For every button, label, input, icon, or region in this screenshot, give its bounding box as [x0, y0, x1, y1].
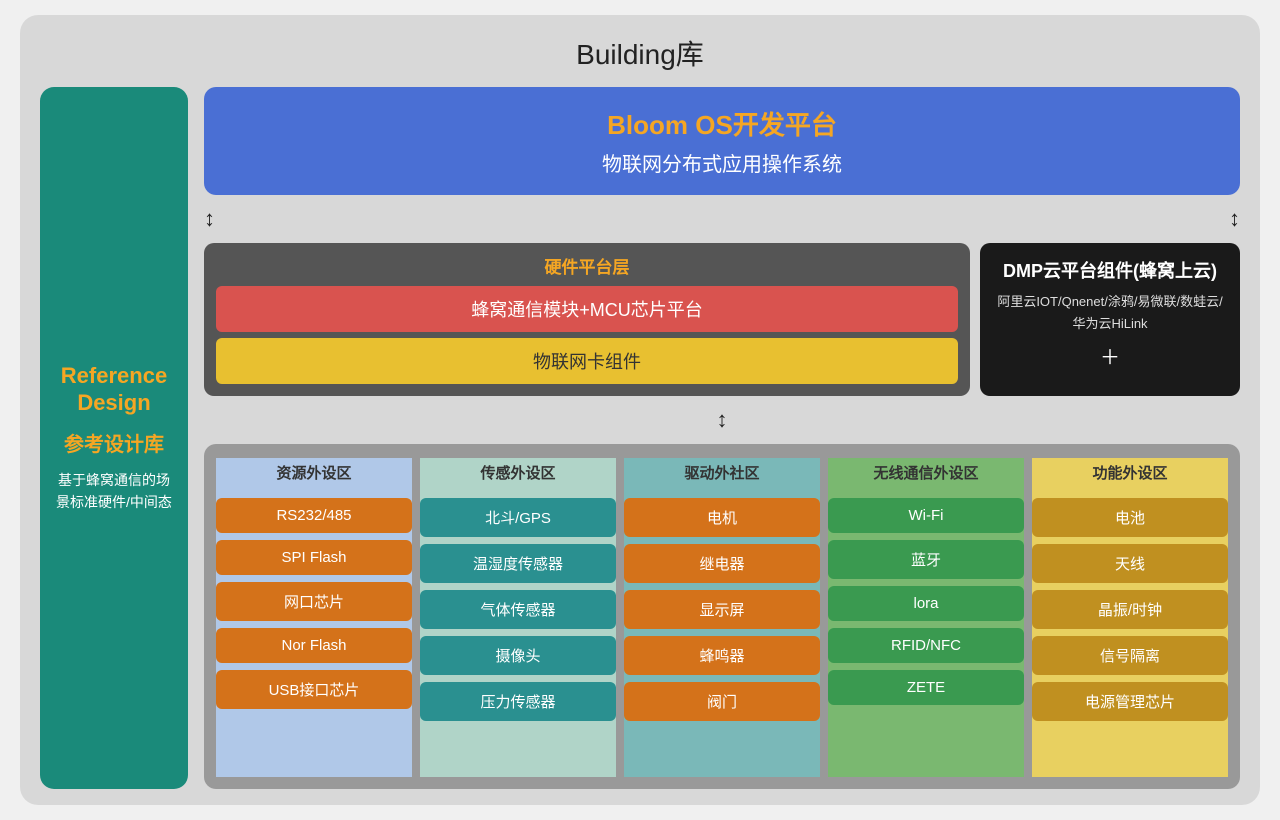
periph-item-display: 显示屏: [624, 590, 820, 629]
periph-item-rfid: RFID/NFC: [828, 628, 1024, 663]
hardware-platform: 硬件平台层 蜂窝通信模块+MCU芯片平台 物联网卡组件: [204, 243, 970, 396]
periph-item-zete: ZETE: [828, 670, 1024, 705]
periph-item-wifi: Wi-Fi: [828, 498, 1024, 533]
periph-item-valve: 阀门: [624, 682, 820, 721]
periph-item-usb-chip: USB接口芯片: [216, 670, 412, 709]
hw-iot: 物联网卡组件: [216, 338, 958, 384]
periph-item-pressure: 压力传感器: [420, 682, 616, 721]
double-arrow-icon: ↕: [204, 206, 215, 232]
periph-item-antenna: 天线: [1032, 544, 1228, 583]
periph-col-sensor-header: 传感外设区: [420, 458, 616, 491]
periph-col-driver: 驱动外社区 电机 继电器 显示屏 蜂鸣器 阀门: [624, 458, 820, 777]
periph-col-resource-header: 资源外设区: [216, 458, 412, 491]
bloom-subtitle: 物联网分布式应用操作系统: [234, 148, 1210, 177]
hw-comm: 蜂窝通信模块+MCU芯片平台: [216, 286, 958, 332]
sidebar-design: Design: [77, 389, 150, 418]
periph-item-lora: lora: [828, 586, 1024, 621]
periph-item-buzzer: 蜂鸣器: [624, 636, 820, 675]
peripheral-area: 资源外设区 RS232/485 SPI Flash 网口芯片 Nor Flash…: [204, 444, 1240, 789]
sidebar: Reference Design 参考设计库 基于蜂窝通信的场景标准硬件/中间态: [40, 87, 188, 789]
main-layout: Reference Design 参考设计库 基于蜂窝通信的场景标准硬件/中间态…: [40, 87, 1240, 789]
periph-item-net-chip: 网口芯片: [216, 582, 412, 621]
bloom-os-block: Bloom OS开发平台 物联网分布式应用操作系统: [204, 87, 1240, 195]
periph-col-wireless-header: 无线通信外设区: [828, 458, 1024, 491]
sidebar-ref: Reference: [61, 363, 167, 389]
dmp-plus: ＋: [996, 341, 1224, 370]
arrow-bloom-to-hw: ↕ ↕: [204, 205, 1240, 233]
arrow-hw-to-periph: ↕: [204, 406, 1240, 434]
periph-item-nor-flash: Nor Flash: [216, 628, 412, 663]
periph-item-power-mgmt: 电源管理芯片: [1032, 682, 1228, 721]
dmp-cloud: DMP云平台组件(蜂窝上云) 阿里云IOT/Qnenet/涂鸦/易微联/数蛙云/…: [980, 243, 1240, 396]
periph-col-function: 功能外设区 电池 天线 晶振/时钟 信号隔离 电源管理芯片: [1032, 458, 1228, 777]
page-title: Building库: [40, 33, 1240, 73]
periph-item-battery: 电池: [1032, 498, 1228, 537]
periph-col-resource: 资源外设区 RS232/485 SPI Flash 网口芯片 Nor Flash…: [216, 458, 412, 777]
periph-item-temp-humid: 温湿度传感器: [420, 544, 616, 583]
periph-item-signal-iso: 信号隔离: [1032, 636, 1228, 675]
double-arrow-icon-2: ↕: [1229, 206, 1240, 232]
periph-item-motor: 电机: [624, 498, 820, 537]
periph-col-sensor: 传感外设区 北斗/GPS 温湿度传感器 气体传感器 摄像头 压力传感器: [420, 458, 616, 777]
periph-item-camera: 摄像头: [420, 636, 616, 675]
middle-row: 硬件平台层 蜂窝通信模块+MCU芯片平台 物联网卡组件 DMP云平台组件(蜂窝上…: [204, 243, 1240, 396]
periph-item-relay: 继电器: [624, 544, 820, 583]
periph-col-function-header: 功能外设区: [1032, 458, 1228, 491]
outer-container: Building库 Reference Design 参考设计库 基于蜂窝通信的…: [20, 15, 1260, 805]
double-arrow-icon-3: ↕: [717, 407, 728, 433]
periph-item-bluetooth: 蓝牙: [828, 540, 1024, 579]
dmp-title: DMP云平台组件(蜂窝上云): [996, 257, 1224, 283]
dmp-desc: 阿里云IOT/Qnenet/涂鸦/易微联/数蛙云/ 华为云HiLink: [996, 291, 1224, 335]
sidebar-cn: 参考设计库: [64, 428, 164, 457]
right-area: Bloom OS开发平台 物联网分布式应用操作系统 ↕ ↕ 硬件平台层 蜂窝通信…: [204, 87, 1240, 789]
periph-item-crystal: 晶振/时钟: [1032, 590, 1228, 629]
periph-col-driver-header: 驱动外社区: [624, 458, 820, 491]
periph-item-beidou: 北斗/GPS: [420, 498, 616, 537]
periph-col-wireless: 无线通信外设区 Wi-Fi 蓝牙 lora RFID/NFC ZETE: [828, 458, 1024, 777]
periph-item-rs232: RS232/485: [216, 498, 412, 533]
periph-item-spi-flash: SPI Flash: [216, 540, 412, 575]
periph-item-gas-sensor: 气体传感器: [420, 590, 616, 629]
sidebar-desc: 基于蜂窝通信的场景标准硬件/中间态: [54, 469, 174, 514]
bloom-title: Bloom OS开发平台: [234, 105, 1210, 142]
hw-title: 硬件平台层: [216, 253, 958, 278]
